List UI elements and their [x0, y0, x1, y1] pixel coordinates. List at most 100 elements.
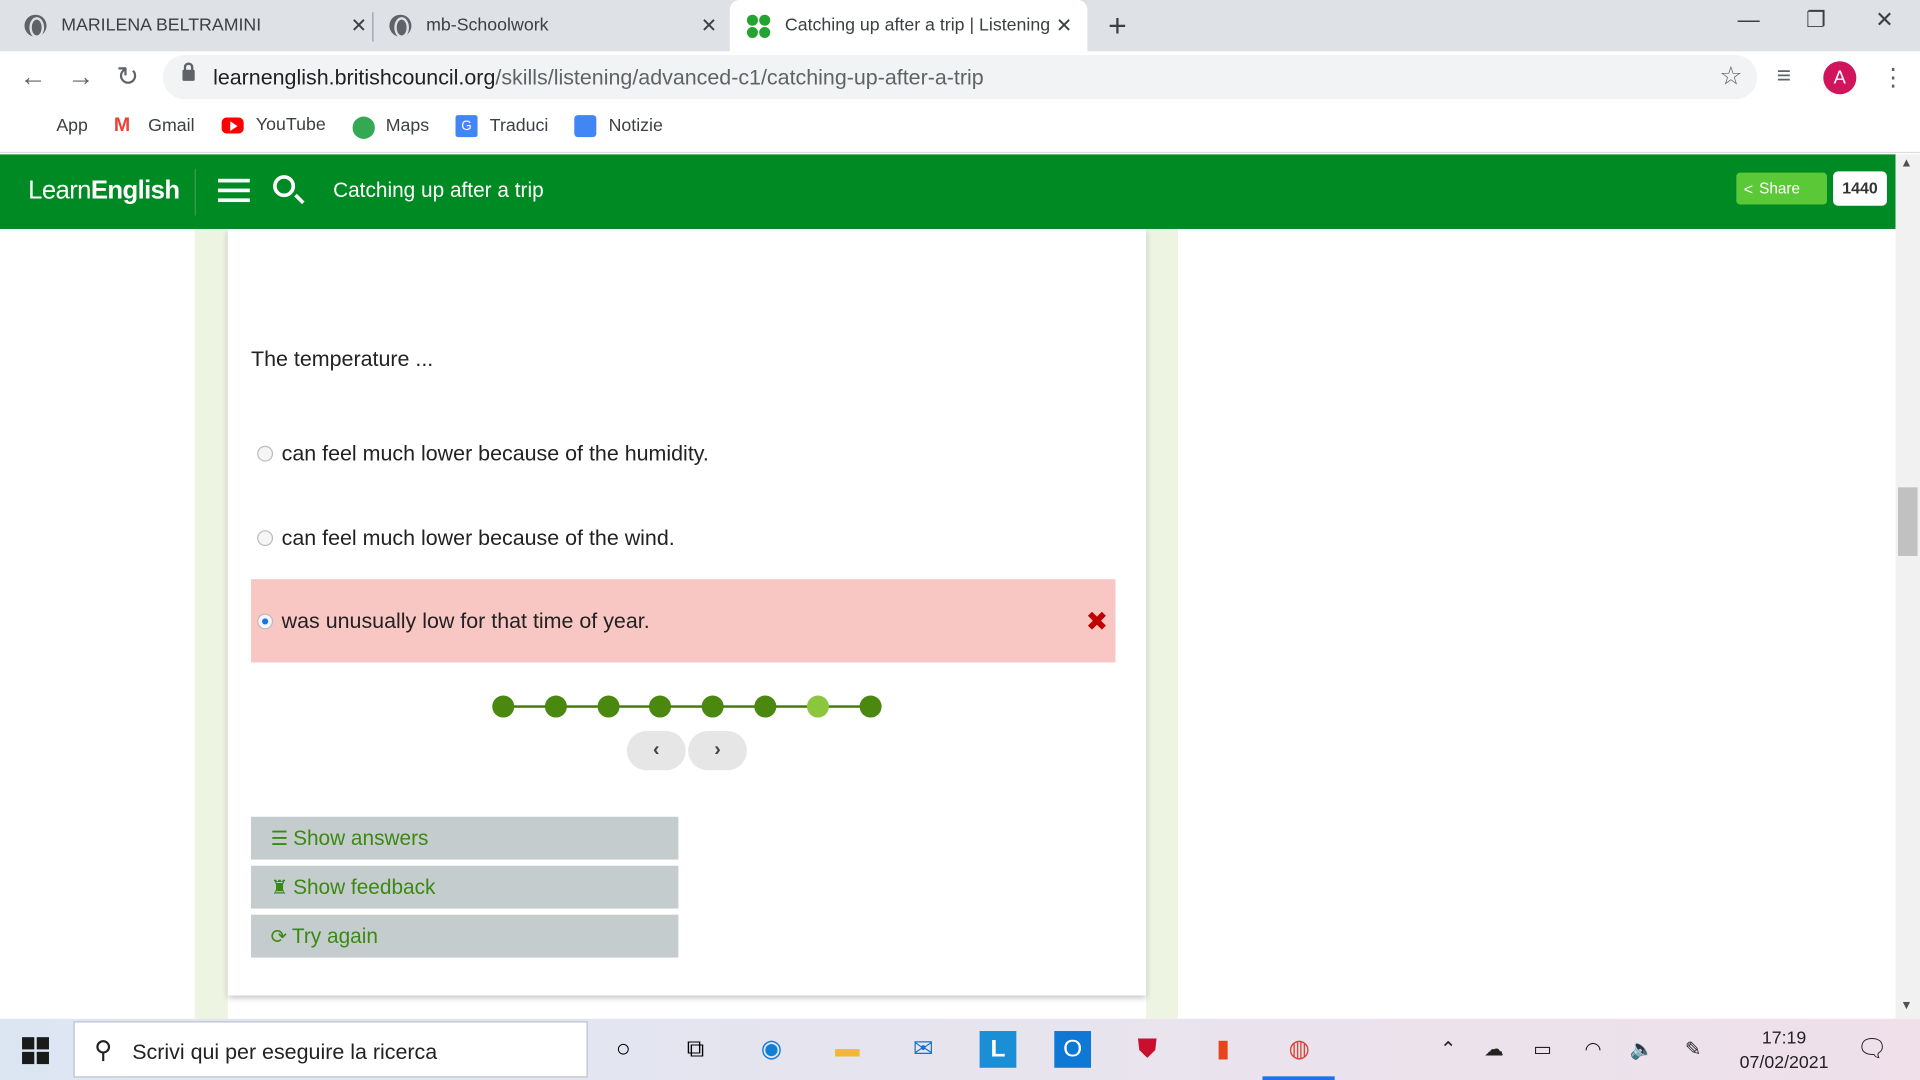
notifications-icon[interactable]: 🗨	[1856, 1033, 1887, 1064]
tab-catching-up[interactable]: Catching up after a trip | Listening ✕	[729, 0, 1088, 52]
minimize-button[interactable]: —	[1720, 7, 1776, 33]
answer-option[interactable]: can feel much lower because of the wind.	[251, 496, 1115, 579]
progress-dot[interactable]	[492, 695, 515, 718]
browser-toolbar: ← → ↻ learnenglish.britishcouncil.org/sk…	[0, 51, 1920, 106]
share-label: Share	[1759, 180, 1800, 198]
bookmark-gmail[interactable]: M Gmail	[114, 115, 195, 137]
progress-dot[interactable]	[701, 695, 724, 718]
scroll-down-arrow-icon[interactable]: ▼	[1900, 999, 1912, 1012]
bookmark-star-icon[interactable]: ☆	[1719, 61, 1742, 92]
volume-icon[interactable]: 🔈	[1630, 1037, 1654, 1061]
progress-dot-current[interactable]	[806, 695, 829, 718]
task-view-icon[interactable]: ⧉	[677, 1031, 714, 1068]
page-viewport: LearnEnglish Catching up after a trip < …	[0, 154, 1896, 1019]
news-icon	[574, 115, 597, 138]
content-gutter-left	[194, 228, 228, 1019]
active-app-indicator	[1262, 1076, 1335, 1080]
translate-icon: G	[455, 115, 478, 138]
question-pager: ‹ ›	[626, 731, 747, 771]
battery-icon[interactable]: ▭	[1533, 1037, 1552, 1061]
bookmark-youtube[interactable]: YouTube	[221, 115, 326, 135]
chevron-right-icon: ›	[714, 739, 721, 761]
taskbar-clock[interactable]: 17:19 07/02/2021	[1727, 1026, 1842, 1075]
header-divider	[194, 168, 196, 216]
close-icon[interactable]: ✕	[348, 13, 370, 37]
radio-button[interactable]	[257, 445, 274, 462]
progress-dot[interactable]	[859, 695, 882, 718]
new-tab-button[interactable]: +	[1108, 7, 1127, 45]
mcafee-shield-icon[interactable]: ⛊	[1129, 1031, 1166, 1068]
search-icon: ⚲	[94, 1037, 113, 1065]
forward-button[interactable]: →	[67, 61, 94, 93]
share-icon: <	[1743, 179, 1753, 198]
refresh-icon: ⟳	[270, 926, 288, 948]
try-again-button[interactable]: ⟳ Try again	[251, 914, 679, 958]
search-icon[interactable]	[273, 175, 296, 198]
progress-dot[interactable]	[754, 695, 777, 718]
radio-button-selected[interactable]	[257, 613, 274, 630]
close-icon[interactable]: ✕	[698, 13, 720, 37]
mail-icon[interactable]: ✉	[905, 1031, 942, 1068]
list-icon: ☰	[270, 828, 289, 850]
onedrive-cloud-icon[interactable]: ☁	[1484, 1037, 1504, 1061]
question-progress	[492, 694, 884, 718]
tab-schoolwork[interactable]: mb-Schoolwork ✕	[389, 0, 720, 51]
avatar[interactable]: A	[1823, 61, 1857, 95]
learnenglish-logo[interactable]: LearnEnglish	[28, 176, 180, 205]
bookmark-traduci[interactable]: G Traduci	[455, 115, 548, 138]
bookmark-notizie[interactable]: Notizie	[574, 115, 663, 138]
progress-dot[interactable]	[544, 695, 567, 718]
restore-button[interactable]: ❐	[1788, 7, 1844, 33]
lock-icon	[182, 62, 195, 81]
chrome-icon[interactable]: ◍	[1281, 1031, 1318, 1068]
answer-option[interactable]: can feel much lower because of the humid…	[251, 411, 1115, 494]
show-feedback-button[interactable]: ♜ Show feedback	[251, 865, 679, 909]
file-explorer-icon[interactable]: ▬	[829, 1031, 866, 1068]
windows-start-icon[interactable]	[22, 1037, 49, 1065]
reload-button[interactable]: ↻	[116, 61, 139, 93]
l-app-icon[interactable]: L	[979, 1031, 1017, 1068]
hamburger-menu-icon[interactable]	[217, 178, 250, 206]
taskbar-search-box[interactable]: ⚲ Scrivi qui per eseguire la ricerca	[73, 1021, 588, 1078]
previous-question-button[interactable]: ‹	[626, 731, 686, 771]
bookmark-maps[interactable]: ⬤ Maps	[351, 115, 429, 137]
tab-separator	[372, 12, 374, 42]
close-icon[interactable]: ✕	[1053, 13, 1075, 37]
address-bar[interactable]: learnenglish.britishcouncil.org/skills/l…	[162, 55, 1758, 100]
edge-icon[interactable]: ◉	[753, 1031, 790, 1068]
bookmark-label: Notizie	[608, 116, 663, 136]
button-label: Show feedback	[293, 874, 436, 899]
scroll-up-arrow-icon[interactable]: ▲	[1900, 157, 1912, 170]
page-scrollbar[interactable]: ▲ ▼	[1895, 154, 1920, 1019]
show-hidden-icons-chevron-icon[interactable]: ⌃	[1440, 1037, 1456, 1061]
bookmark-label: YouTube	[255, 115, 326, 135]
menu-kebab-icon[interactable]: ⋮	[1881, 62, 1905, 93]
wifi-icon[interactable]: ◠	[1585, 1037, 1602, 1061]
chess-rook-icon: ♜	[270, 877, 289, 899]
option-label: can feel much lower because of the humid…	[281, 440, 709, 466]
youtube-icon	[221, 116, 244, 133]
gmail-icon: M	[113, 115, 131, 136]
answer-option-wrong[interactable]: was unusually low for that time of year.…	[251, 579, 1116, 663]
taskbar-search-placeholder: Scrivi qui per eseguire la ricerca	[132, 1039, 438, 1065]
close-window-button[interactable]: ✕	[1856, 7, 1912, 33]
show-answers-button[interactable]: ☰ Show answers	[251, 816, 679, 860]
option-label: can feel much lower because of the wind.	[281, 525, 675, 550]
pen-icon[interactable]: ✎	[1685, 1037, 1701, 1061]
back-button[interactable]: ←	[20, 61, 47, 93]
next-question-button[interactable]: ›	[688, 731, 747, 771]
chevron-left-icon: ‹	[653, 739, 660, 761]
bookmark-apps[interactable]: App	[22, 115, 88, 137]
progress-dot[interactable]	[648, 695, 672, 718]
office-icon[interactable]: ▮	[1205, 1031, 1242, 1068]
cortana-icon[interactable]: ○	[605, 1031, 642, 1068]
progress-dot[interactable]	[597, 695, 620, 718]
tab-title: mb-Schoolwork	[426, 15, 549, 36]
reading-list-icon[interactable]: ≡	[1777, 62, 1791, 90]
button-label: Show answers	[293, 825, 429, 850]
scroll-thumb[interactable]	[1897, 487, 1918, 556]
tab-marilena[interactable]: MARILENA BELTRAMINI ✕	[24, 0, 369, 51]
radio-button[interactable]	[257, 530, 274, 547]
share-button[interactable]: < Share	[1736, 172, 1827, 205]
outlook-icon[interactable]: O	[1054, 1031, 1092, 1068]
